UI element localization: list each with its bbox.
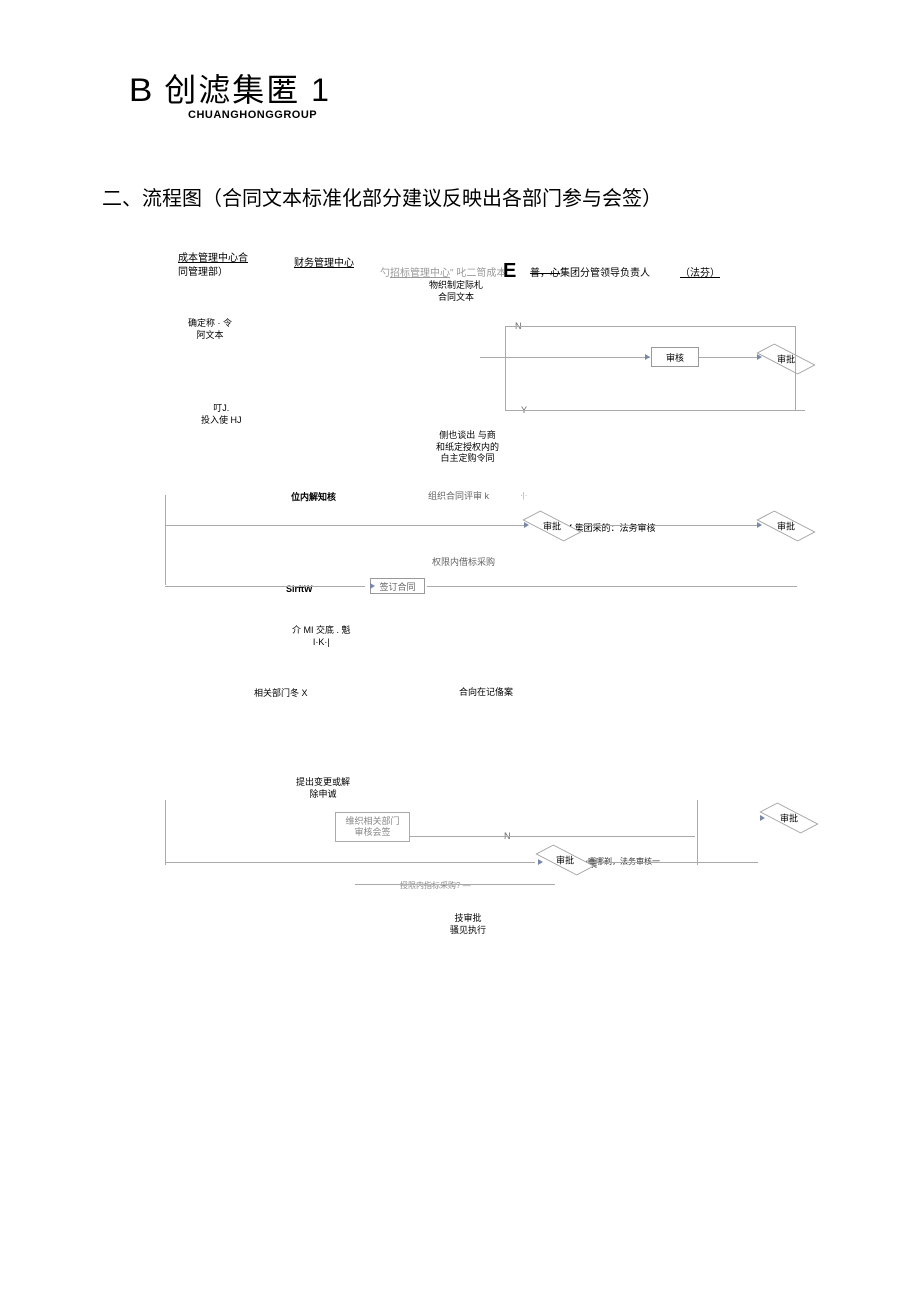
step-auth-tender2: 授限内指标采购? —	[400, 881, 471, 891]
step-org-review: 组织合同评审 k	[428, 491, 489, 503]
connector-line	[427, 586, 797, 587]
diamond-approve-2: 审批	[529, 516, 575, 536]
lane-cost-center: 成本管理中心合	[178, 249, 248, 264]
step-auth-tender: 权限内借标采购	[432, 557, 495, 569]
logo-subtitle: CHUANGHONGGROUP	[188, 109, 331, 121]
lane-cost-center-sub: 同管理部）	[178, 263, 228, 278]
step-filing: 合向在记俻案	[459, 687, 513, 699]
connector-line	[795, 326, 796, 411]
connector-line	[697, 800, 698, 865]
lane-group-leader: 普，心集团分管领导负责人	[530, 264, 650, 279]
step-exec: 技审批 骚见执行	[450, 913, 486, 936]
connector-line	[165, 525, 525, 526]
connector-line	[165, 800, 166, 865]
lane-finance-center: 财务管理中心	[294, 254, 354, 269]
connector-line	[505, 326, 506, 411]
step-confirm-text: 确定称 · 令 阿文本	[188, 318, 232, 341]
connector-line	[165, 495, 166, 585]
step-related-dept: 相关部门冬 X	[254, 688, 308, 700]
box-review: 审核	[651, 347, 699, 367]
arrow-icon	[645, 354, 650, 360]
section-heading: 二、流程图（合同文本标准化部分建议反映出各部门参与会签）	[102, 182, 662, 211]
connector-line	[505, 410, 805, 411]
connector-line	[588, 862, 758, 863]
diamond-approve-3: 审批	[763, 516, 809, 536]
arrow-icon	[524, 522, 529, 528]
document-page: B 创滤集匿 1 CHUANGHONGGROUP 二、流程图（合同文本标准化部分…	[0, 0, 920, 1301]
lane-legal: （法芬）	[680, 264, 720, 279]
company-logo: B 创滤集匿 1 CHUANGHONGGROUP	[130, 65, 331, 121]
arrow-icon	[538, 859, 543, 865]
arrow-icon	[370, 583, 375, 589]
connector-line	[410, 836, 695, 837]
step-put-use: 叮J. 投入使 HJ	[201, 403, 242, 426]
diamond-approve-4: 审批	[542, 850, 588, 870]
connector-line	[165, 586, 365, 587]
logo-main-text: 创滤集匿 1	[164, 72, 331, 108]
arrow-icon	[760, 815, 765, 821]
step-change-request: 提出变更或解 除申诚	[296, 777, 350, 800]
arrow-icon	[757, 522, 762, 528]
marker-ow: ·|·	[520, 491, 527, 500]
lane-e-marker: E	[503, 260, 516, 283]
step-handover: 介 MI 交底 . 魁 I·K·|	[292, 625, 351, 648]
diamond-approve-5: 审批	[766, 808, 812, 828]
connector-line	[575, 525, 760, 526]
connector-line	[165, 862, 535, 863]
logo-prefix: B	[129, 72, 155, 109]
step-internal-check: 位内解知核	[291, 492, 336, 504]
logo-text: B 创滤集匿 1	[130, 65, 331, 111]
connector-line	[698, 357, 758, 358]
arrow-icon	[757, 354, 762, 360]
diamond-approve-1: 审批	[763, 349, 809, 369]
box-org-sign: 维织相关部门 审核会签	[335, 812, 410, 842]
lane-tender-center: 勺招标管理中心" 叱二笥成本	[380, 264, 506, 279]
step-draft-standard: 物织制定际札 合同文本	[429, 280, 483, 303]
step-negotiate: 侧也谈出 与商 和纸定授权内的 白主定购令同	[436, 430, 499, 465]
connector-line	[355, 884, 555, 885]
box-sign-contract: 签订合同	[370, 578, 425, 594]
connector-line	[505, 326, 795, 327]
